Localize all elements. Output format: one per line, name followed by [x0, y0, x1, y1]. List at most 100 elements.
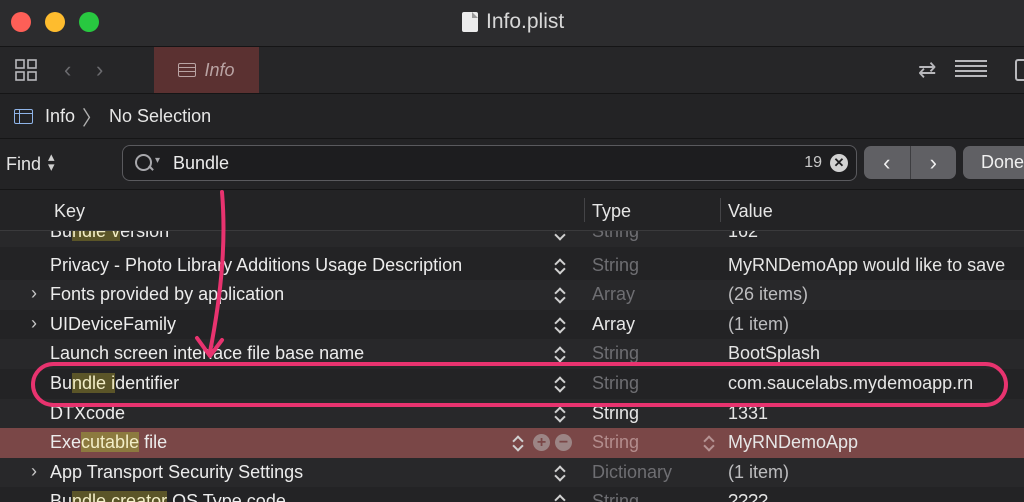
row-key: DTXcode: [50, 402, 126, 423]
search-options-chevron-icon[interactable]: ▾: [155, 155, 160, 166]
match-navigation: ‹ ›: [864, 146, 956, 179]
breadcrumb-root[interactable]: Info: [45, 106, 75, 127]
row-type[interactable]: Dictionary: [592, 462, 672, 483]
previous-match-button[interactable]: ‹: [864, 146, 911, 179]
remove-row-icon[interactable]: −: [555, 434, 572, 452]
row-value[interactable]: MyRNDemoApp: [728, 432, 858, 453]
type-stepper-icon[interactable]: [554, 314, 566, 334]
table-row[interactable]: › Fonts provided by application Array (2…: [0, 280, 1024, 310]
table-header: Key Type Value: [0, 190, 1024, 231]
find-mode-label[interactable]: Find: [6, 154, 41, 175]
type-stepper-icon[interactable]: [554, 373, 566, 393]
table-row[interactable]: Bundle identifier String com.saucelabs.m…: [0, 369, 1024, 399]
zoom-window-button[interactable]: [79, 12, 99, 32]
row-value[interactable]: 162: [728, 231, 758, 242]
type-stepper-icon[interactable]: [554, 462, 566, 482]
type-stepper-icon[interactable]: [554, 284, 566, 304]
column-header-type[interactable]: Type: [592, 201, 631, 222]
search-field[interactable]: ▾ 19 ✕: [122, 145, 857, 181]
row-key: Launch screen interface file base name: [50, 343, 365, 364]
search-highlight: ndle v: [72, 231, 121, 241]
navigate-back-icon[interactable]: ‹: [64, 57, 71, 83]
row-key: Privacy - Photo Library Additions Usage …: [50, 254, 463, 275]
type-stepper-icon[interactable]: [554, 343, 566, 363]
breadcrumb-current[interactable]: No Selection: [109, 106, 211, 127]
table-row[interactable]: Privacy - Photo Library Additions Usage …: [0, 251, 1024, 281]
row-type[interactable]: String: [592, 255, 639, 276]
row-key: App Transport Security Settings: [50, 461, 304, 482]
up-down-chevron-icon[interactable]: ▴ ▾: [48, 150, 55, 173]
navigate-forward-icon[interactable]: ›: [96, 57, 103, 83]
clear-search-icon[interactable]: ✕: [830, 154, 848, 172]
search-highlight: ndle creator: [72, 491, 168, 502]
row-value[interactable]: com.saucelabs.mydemoapp.rn: [728, 373, 973, 394]
find-bar: Find ▴▾ ▾ 19 ✕ ‹ › Done: [0, 139, 1024, 190]
row-value[interactable]: ????: [728, 491, 768, 502]
next-match-button[interactable]: ›: [911, 146, 957, 179]
search-highlight: ndle i: [72, 373, 116, 393]
tab-info-label: Info: [204, 59, 235, 80]
type-stepper-icon[interactable]: [554, 403, 566, 423]
table-row[interactable]: DTXcode String 1331: [0, 398, 1024, 429]
row-type[interactable]: String: [592, 432, 639, 453]
row-key: Bundle identifier: [50, 373, 180, 393]
row-key: Bundle creator OS Type code: [50, 491, 286, 502]
row-type[interactable]: String: [592, 373, 639, 394]
table-row[interactable]: Bundle version String 162: [0, 231, 1024, 247]
document-icon: [462, 12, 478, 32]
row-value: (26 items): [728, 284, 809, 305]
column-header-value[interactable]: Value: [728, 201, 773, 222]
row-value[interactable]: 1331: [728, 403, 768, 424]
row-value: (1 item): [728, 313, 790, 334]
match-count: 19: [804, 154, 822, 171]
plist-table-icon: [14, 108, 33, 124]
table-row[interactable]: › UIDeviceFamily Array (1 item): [0, 310, 1024, 340]
type-stepper-icon[interactable]: [554, 255, 566, 275]
disclosure-chevron-icon[interactable]: ›: [31, 461, 37, 482]
disclosure-chevron-icon[interactable]: ›: [31, 313, 37, 334]
table-row-selected[interactable]: Executable file + − String MyRNDemoApp: [0, 428, 1024, 458]
window-title-text: Info.plist: [486, 10, 565, 33]
table-row[interactable]: Launch screen interface file base name S…: [0, 339, 1024, 369]
type-stepper-icon[interactable]: [554, 491, 566, 502]
swap-arrows-icon[interactable]: ⇄: [918, 57, 936, 83]
title-bar: Info.plist: [0, 0, 1024, 47]
chevron-right-icon: 〉: [82, 107, 103, 130]
table-icon: [178, 63, 197, 77]
column-divider[interactable]: [720, 198, 721, 222]
column-divider[interactable]: [584, 198, 585, 222]
inspector-toggle-icon[interactable]: [1015, 59, 1024, 81]
done-button[interactable]: Done: [963, 146, 1024, 179]
editor-toolbar: ‹ › Info ⇄: [0, 47, 1024, 94]
row-type[interactable]: String: [592, 403, 639, 424]
search-icon[interactable]: [135, 154, 152, 171]
close-window-button[interactable]: [11, 12, 31, 32]
type-stepper-icon[interactable]: [512, 432, 524, 452]
value-stepper-icon[interactable]: [703, 432, 715, 452]
row-type[interactable]: String: [592, 231, 639, 242]
editor-options-icon[interactable]: [955, 60, 987, 80]
minimize-window-button[interactable]: [45, 12, 65, 32]
row-type[interactable]: String: [592, 343, 639, 364]
row-key: Bundle version: [50, 231, 169, 242]
disclosure-chevron-icon[interactable]: ›: [31, 283, 37, 304]
column-header-key[interactable]: Key: [54, 201, 85, 222]
window-title: Info.plist: [462, 10, 564, 34]
table-row[interactable]: › App Transport Security Settings Dictio…: [0, 457, 1024, 488]
search-input[interactable]: [171, 152, 775, 175]
row-value[interactable]: BootSplash: [728, 343, 820, 364]
row-type[interactable]: Array: [592, 314, 635, 335]
table-row[interactable]: Bundle creator OS Type code String ????: [0, 487, 1024, 502]
row-value[interactable]: MyRNDemoApp would like to save: [728, 255, 1005, 276]
plist-rows: Bundle version String 162 Privacy - Phot…: [0, 231, 1024, 502]
type-stepper-icon[interactable]: [554, 231, 566, 241]
row-key: Fonts provided by application: [50, 284, 285, 305]
tab-info[interactable]: Info: [154, 47, 259, 93]
search-highlight: cutable: [81, 432, 140, 453]
row-type[interactable]: Array: [592, 284, 635, 305]
add-row-icon[interactable]: +: [533, 434, 550, 452]
row-type[interactable]: String: [592, 491, 639, 502]
row-key: Executable file: [50, 432, 168, 453]
breadcrumb: Info 〉 No Selection: [0, 94, 1024, 139]
related-items-grid-icon[interactable]: [15, 59, 37, 81]
